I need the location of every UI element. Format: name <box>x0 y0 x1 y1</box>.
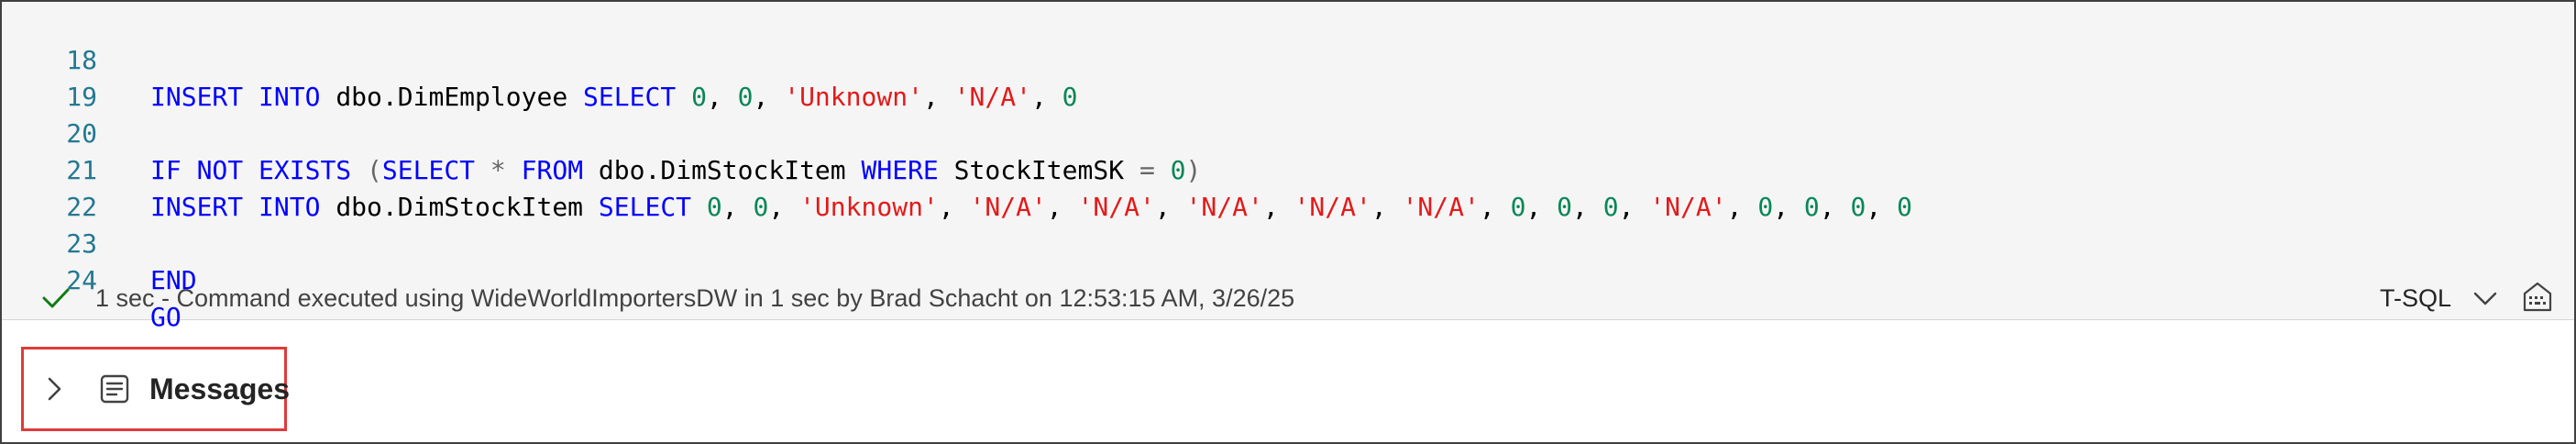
chevron-down-icon[interactable] <box>2471 286 2499 310</box>
messages-label: Messages <box>149 372 290 405</box>
status-message: 1 sec - Command executed using WideWorld… <box>95 284 1295 312</box>
messages-panel-toggle[interactable]: Messages <box>21 347 290 431</box>
code-text[interactable]: INSERT INTO dbo.DimEmployee SELECT 0, 0,… <box>150 79 1078 116</box>
messages-icon <box>100 374 129 404</box>
status-bar: 1 sec - Command executed using WideWorld… <box>2 277 2574 319</box>
chevron-right-icon[interactable] <box>44 375 64 403</box>
code-line[interactable]: 20 IF NOT EXISTS (SELECT * FROM dbo.DimS… <box>2 79 1201 185</box>
code-line[interactable]: 23 END <box>2 189 196 295</box>
query-editor-window: 18 INSERT INTO dbo.DimEmployee SELECT 0,… <box>0 0 2576 444</box>
code-line[interactable]: 22 <box>2 152 97 222</box>
code-line[interactable]: 24 GO <box>2 226 181 332</box>
keyboard-icon[interactable] <box>2521 281 2554 314</box>
language-selector[interactable]: T-SQL <box>2380 277 2451 319</box>
code-line[interactable]: 18 INSERT INTO dbo.DimEmployee SELECT 0,… <box>2 6 1077 112</box>
code-text[interactable]: IF NOT EXISTS (SELECT * FROM dbo.DimStoc… <box>150 152 1201 189</box>
check-icon <box>42 288 70 308</box>
code-text[interactable]: INSERT INTO dbo.DimStockItem SELECT 0, 0… <box>150 189 1912 226</box>
code-line[interactable]: 21 INSERT INTO dbo.DimStockItem SELECT 0… <box>2 116 1912 222</box>
code-editor[interactable]: 18 INSERT INTO dbo.DimEmployee SELECT 0,… <box>2 2 2574 332</box>
code-line[interactable]: 19 <box>2 42 97 112</box>
